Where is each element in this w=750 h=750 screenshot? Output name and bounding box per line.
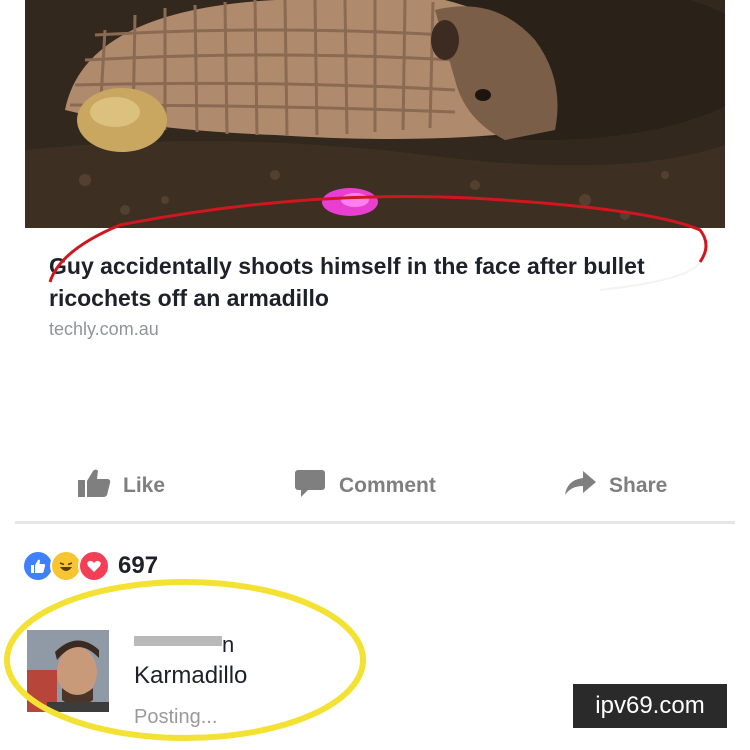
post-action-bar: Like Comment Share — [15, 462, 735, 510]
share-label: Share — [609, 474, 668, 497]
post-photo[interactable] — [25, 0, 725, 228]
like-button[interactable]: Like — [77, 468, 166, 504]
reactions-summary[interactable]: 697 — [22, 548, 158, 584]
comment-label: Comment — [339, 474, 436, 497]
like-label: Like — [123, 474, 166, 497]
posting-status: Posting... — [134, 706, 218, 728]
link-domain: techly.com.au — [49, 319, 159, 339]
svg-text:n: n — [222, 632, 234, 656]
love-reaction-icon — [78, 550, 110, 582]
post-headline[interactable]: Guy accidentally shoots himself in the f… — [49, 250, 709, 314]
comment-bubble-icon — [293, 468, 327, 504]
thumbs-up-icon — [77, 468, 111, 504]
commenter-avatar[interactable] — [27, 630, 109, 712]
comment-text: Karmadillo — [134, 662, 248, 689]
armadillo-image — [25, 0, 725, 228]
divider — [15, 521, 735, 524]
share-button[interactable]: Share — [563, 470, 667, 502]
watermark: ipv69.com — [573, 684, 727, 728]
commenter-name-redacted[interactable]: n — [134, 628, 244, 657]
share-arrow-icon — [563, 468, 597, 504]
reaction-count: 697 — [118, 552, 159, 579]
comment-button[interactable]: Comment — [293, 470, 436, 502]
link-preview-card[interactable]: Guy accidentally shoots himself in the f… — [25, 228, 725, 339]
